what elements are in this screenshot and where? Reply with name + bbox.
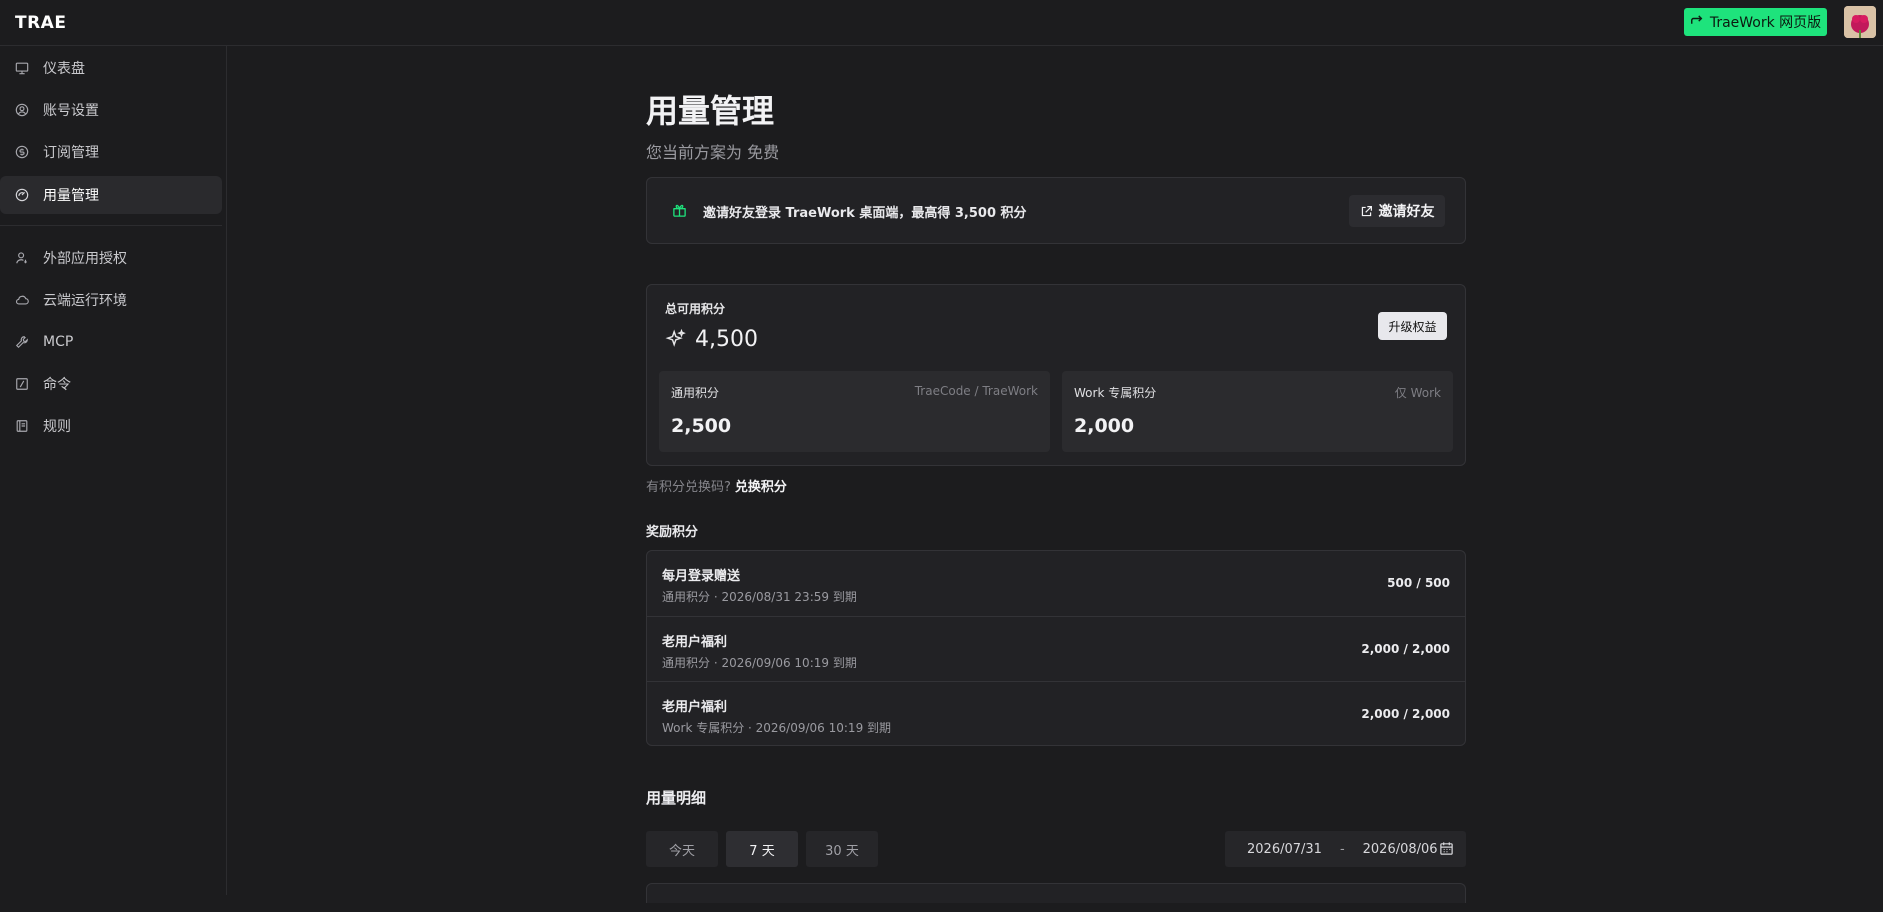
- sidebar-item-label: 账号设置: [43, 103, 99, 119]
- date-end: 2026/08/06: [1362, 841, 1438, 857]
- reward-amount: 500 / 500: [1387, 576, 1450, 590]
- redeem-question: 有积分兑换码?: [646, 480, 731, 495]
- cloud-icon: [15, 295, 29, 305]
- usage-details-title: 用量明细: [646, 789, 707, 807]
- sidebar-item-subscription[interactable]: 订阅管理: [0, 133, 222, 171]
- invite-friends-button-label: 邀请好友: [1378, 204, 1435, 220]
- reward-points-list: 每月登录赠送 通用积分 · 2026/08/31 23:59 到期 500 / …: [646, 550, 1466, 746]
- book-icon: [16, 420, 28, 432]
- date-separator: -: [1339, 841, 1345, 857]
- work-points-value: 2,000: [1074, 415, 1135, 437]
- sidebar-item-label: 用量管理: [43, 188, 99, 204]
- avatar[interactable]: [1844, 6, 1876, 38]
- sidebar-item-mcp[interactable]: MCP: [0, 323, 222, 361]
- work-points-card: Work 专属积分 仅 Work 2,000: [1062, 371, 1453, 452]
- sidebar-item-label: 仪表盘: [43, 61, 85, 77]
- reward-meta: 通用积分 · 2026/09/06 10:19 到期: [662, 656, 857, 670]
- sidebar-item-dashboard[interactable]: 仪表盘: [0, 49, 222, 87]
- traework-web-button-label: TraeWork 网页版: [1709, 15, 1822, 31]
- traework-web-button[interactable]: TraeWork 网页版: [1684, 8, 1827, 36]
- range-7-days-button[interactable]: 7 天: [726, 831, 798, 867]
- reward-name: 老用户福利: [662, 635, 728, 650]
- sidebar-item-rules[interactable]: 规则: [0, 407, 222, 445]
- general-points-card: 通用积分 TraeCode / TraeWork 2,500: [659, 371, 1050, 452]
- trae-logo[interactable]: TRAE: [15, 13, 66, 33]
- date-start: 2026/07/31: [1247, 841, 1322, 857]
- invite-friends-button[interactable]: 邀请好友: [1349, 195, 1445, 227]
- general-points-value: 2,500: [671, 415, 732, 437]
- sidebar: 仪表盘 账号设置 订阅管理 用量管理 外部应用授权 云端运行环境 MCP 命令 …: [0, 46, 227, 895]
- sidebar-item-account-settings[interactable]: 账号设置: [0, 91, 222, 129]
- invite-banner: 邀请好友登录 TraeWork 桌面端，最高得 3,500 积分 邀请好友: [646, 177, 1466, 244]
- list-item: 每月登录赠送 通用积分 · 2026/08/31 23:59 到期 500 / …: [647, 551, 1465, 616]
- avatar-image: [1844, 6, 1876, 38]
- gift-icon: [673, 204, 686, 217]
- monitor-icon: [15, 62, 29, 75]
- sidebar-divider: [0, 225, 222, 226]
- general-points-scope: TraeCode / TraeWork: [914, 384, 1038, 398]
- general-points-label: 通用积分: [671, 386, 720, 400]
- reward-points-title: 奖励积分: [646, 525, 699, 540]
- command-slash-icon: [16, 378, 28, 390]
- sparkle-icon: [665, 328, 686, 347]
- points-summary-card: 总可用积分 4,500 升级权益 通用积分 TraeCode / TraeWor…: [646, 284, 1466, 466]
- work-points-scope: 仅 Work: [1394, 386, 1441, 400]
- total-points: 4,500: [665, 327, 758, 352]
- range-today-button[interactable]: 今天: [646, 831, 718, 867]
- calendar-icon[interactable]: [1439, 841, 1454, 856]
- total-points-value: 4,500: [695, 327, 758, 352]
- page-title: 用量管理: [646, 92, 775, 130]
- user-key-icon: [16, 252, 27, 264]
- sidebar-item-label: 规则: [43, 419, 71, 435]
- gauge-icon: [15, 188, 29, 202]
- reward-meta: 通用积分 · 2026/08/31 23:59 到期: [662, 590, 857, 604]
- invite-text: 邀请好友登录 TraeWork 桌面端，最高得 3,500 积分: [703, 206, 1027, 221]
- wrench-icon: [15, 336, 28, 349]
- reward-name: 老用户福利: [662, 700, 728, 715]
- sidebar-item-label: 外部应用授权: [43, 251, 127, 267]
- work-points-label: Work 专属积分: [1074, 386, 1157, 400]
- dollar-icon: [15, 145, 29, 159]
- reward-amount: 2,000 / 2,000: [1361, 707, 1450, 721]
- sidebar-item-commands[interactable]: 命令: [0, 365, 222, 403]
- current-plan-text: 您当前方案为 免费: [646, 143, 780, 162]
- sidebar-item-label: MCP: [43, 334, 74, 350]
- redeem-points-link[interactable]: 兑换积分: [735, 480, 787, 495]
- list-item: 老用户福利 Work 专属积分 · 2026/09/06 10:19 到期 2,…: [647, 681, 1465, 746]
- top-bar: TRAE TraeWork 网页版: [0, 0, 1883, 46]
- sidebar-item-external-auth[interactable]: 外部应用授权: [0, 239, 222, 277]
- list-item: 老用户福利 通用积分 · 2026/09/06 10:19 到期 2,000 /…: [647, 616, 1465, 681]
- redeem-line: 有积分兑换码? 兑换积分: [646, 476, 787, 495]
- reward-amount: 2,000 / 2,000: [1361, 642, 1450, 656]
- sidebar-item-usage[interactable]: 用量管理: [0, 176, 222, 214]
- sidebar-item-label: 云端运行环境: [43, 293, 127, 309]
- sidebar-item-cloud-env[interactable]: 云端运行环境: [0, 281, 222, 319]
- upgrade-button[interactable]: 升级权益: [1378, 312, 1447, 340]
- external-arrow-icon: [1690, 15, 1703, 24]
- user-circle-icon: [15, 103, 29, 117]
- sidebar-item-label: 命令: [43, 377, 71, 393]
- date-range-picker[interactable]: 2026/07/31 - 2026/08/06: [1225, 831, 1466, 867]
- share-icon: [1361, 205, 1372, 216]
- reward-name: 每月登录赠送: [662, 569, 741, 584]
- range-30-days-button[interactable]: 30 天: [806, 831, 878, 867]
- total-points-label: 总可用积分: [665, 302, 726, 316]
- usage-table: [646, 883, 1466, 903]
- reward-meta: Work 专属积分 · 2026/09/06 10:19 到期: [662, 721, 892, 735]
- sidebar-item-label: 订阅管理: [43, 145, 99, 161]
